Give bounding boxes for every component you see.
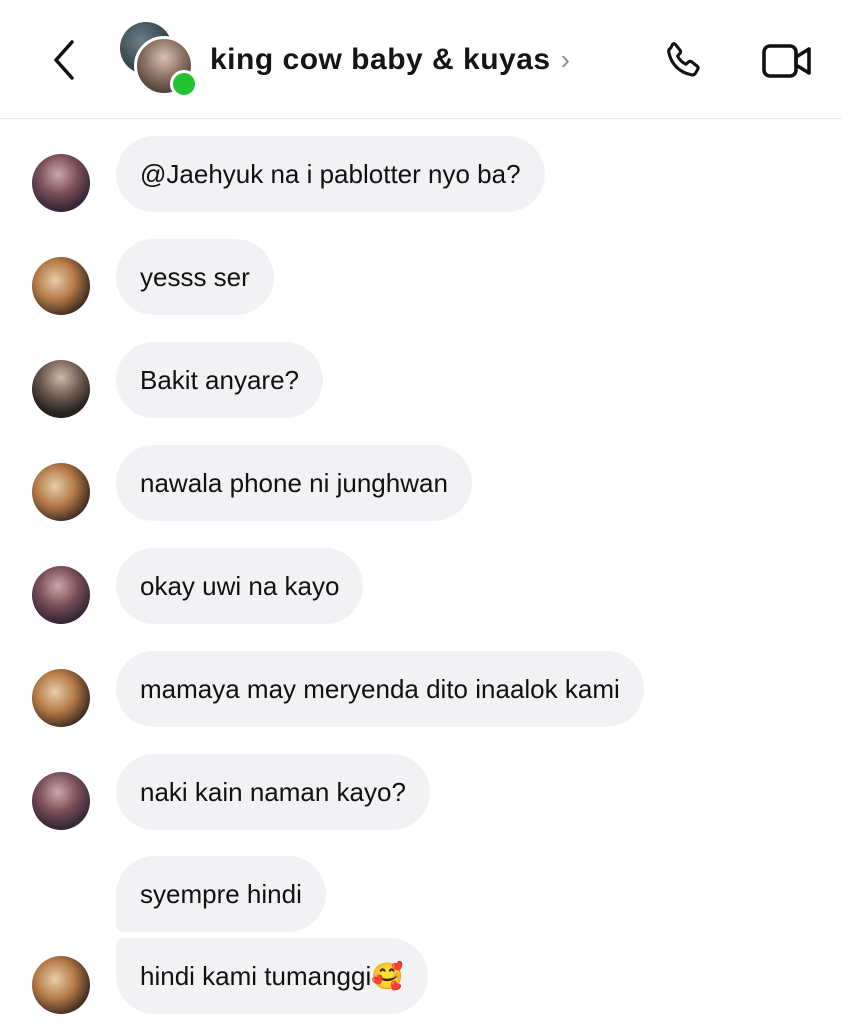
sender-avatar[interactable]: [32, 772, 90, 830]
video-call-button[interactable]: [758, 34, 816, 88]
chat-header: king cow baby & kuyas ›: [0, 0, 842, 119]
message-bubble[interactable]: Bakit anyare?: [116, 342, 323, 418]
sender-avatar[interactable]: [32, 360, 90, 418]
chat-title-link[interactable]: king cow baby & kuyas ›: [210, 38, 570, 82]
back-button[interactable]: [42, 36, 86, 84]
sender-avatar[interactable]: [32, 566, 90, 624]
sender-avatar[interactable]: [32, 956, 90, 1014]
sender-avatar[interactable]: [32, 463, 90, 521]
online-status-dot: [170, 70, 198, 98]
message-bubble[interactable]: okay uwi na kayo: [116, 548, 364, 624]
message-bubble[interactable]: yesss ser: [116, 239, 274, 315]
message-bubble[interactable]: naki kain naman kayo?: [116, 754, 430, 830]
message-bubble[interactable]: nawala phone ni junghwan: [116, 445, 472, 521]
audio-call-button[interactable]: [656, 34, 710, 88]
chevron-left-icon: [54, 40, 74, 80]
chat-title: king cow baby & kuyas: [210, 43, 551, 76]
sender-avatar[interactable]: [32, 154, 90, 212]
message-bubble[interactable]: mamaya may meryenda dito inaalok kami: [116, 651, 644, 727]
chevron-right-icon: ›: [560, 44, 570, 75]
video-camera-icon: [762, 44, 811, 78]
message-bubble[interactable]: @Jaehyuk na i pablotter nyo ba?: [116, 136, 545, 212]
message-bubble[interactable]: syempre hindi: [116, 856, 326, 932]
message-bubble[interactable]: hindi kami tumanggi🥰: [116, 938, 428, 1014]
sender-avatar[interactable]: [32, 669, 90, 727]
group-avatar[interactable]: [118, 22, 198, 98]
phone-icon: [667, 42, 700, 77]
sender-avatar[interactable]: [32, 257, 90, 315]
